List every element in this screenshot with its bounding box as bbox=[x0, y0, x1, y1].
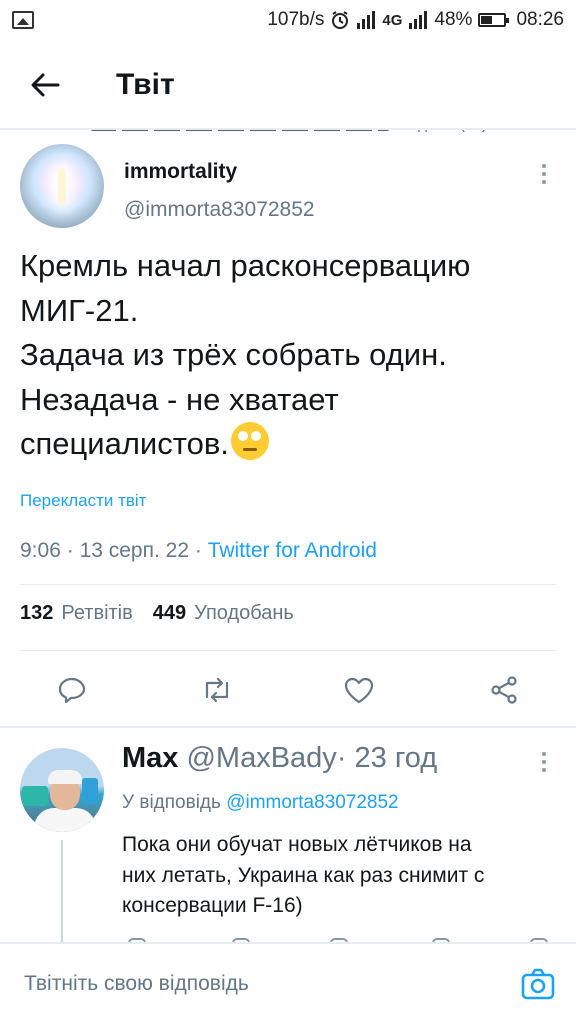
retweet-count[interactable]: 132 bbox=[20, 602, 53, 625]
arrow-left-icon bbox=[31, 73, 60, 97]
reply-time: 23 год bbox=[354, 742, 438, 774]
signal-icon bbox=[357, 11, 376, 29]
tweet-text-line: МИГ-21. bbox=[20, 292, 139, 328]
like-count[interactable]: 449 bbox=[153, 602, 186, 625]
tweet-time: 9:06 bbox=[20, 538, 61, 562]
main-tweet: immortality @immorta83072852 Кремль нача… bbox=[0, 130, 576, 563]
author-name[interactable]: immortality bbox=[124, 160, 237, 184]
header-divider bbox=[0, 128, 576, 130]
reply-input[interactable]: Твітніть свою відповідь bbox=[24, 972, 249, 996]
author-handle[interactable]: @immorta83072852 bbox=[124, 198, 315, 222]
like-button[interactable] bbox=[334, 665, 384, 715]
reply-button[interactable] bbox=[47, 665, 97, 715]
tweet-text-line: Кремль начал расконсервацию bbox=[20, 248, 471, 283]
reply-text-line: Пока они обучат новых лётчиков на bbox=[122, 833, 472, 856]
retweet-label[interactable]: Ретвітів bbox=[61, 602, 132, 625]
tweet-stats: 132 Ретвітів 449 Уподобань bbox=[20, 602, 294, 625]
eye-roll-emoji-icon bbox=[230, 422, 269, 460]
signal-icon-2 bbox=[409, 11, 428, 29]
app-header: Твіт bbox=[0, 40, 576, 130]
retweet-icon bbox=[205, 677, 229, 703]
camera-icon bbox=[521, 968, 555, 1000]
network-type: 4G bbox=[382, 11, 403, 29]
tweet-author-row: immortality @immorta83072852 bbox=[0, 130, 576, 240]
page-title: Твіт bbox=[116, 68, 175, 101]
tweet-actions bbox=[0, 665, 576, 715]
translate-tweet-link[interactable]: Перекласти твіт bbox=[20, 491, 556, 511]
reply-text-line: них летать, Украина как раз снимит с bbox=[122, 863, 485, 887]
reply-compose-bar[interactable]: Твітніть свою відповідь bbox=[0, 942, 576, 1024]
more-options-icon[interactable] bbox=[536, 752, 552, 772]
reply-author-row: Max @MaxBady· 23 год bbox=[122, 742, 438, 774]
reply-to-line: У відповідь @immorta83072852 bbox=[122, 792, 399, 813]
clock: 08:26 bbox=[516, 9, 564, 30]
reply-icon bbox=[58, 677, 86, 704]
reply-tweet[interactable]: Max @MaxBady· 23 год У відповідь @immort… bbox=[0, 730, 576, 942]
share-button[interactable] bbox=[479, 665, 529, 715]
like-label[interactable]: Уподобань bbox=[194, 602, 294, 625]
divider bbox=[20, 650, 556, 651]
heart-icon bbox=[344, 677, 374, 704]
avatar[interactable] bbox=[20, 748, 104, 832]
alarm-icon bbox=[332, 11, 349, 29]
reply-author-handle[interactable]: @MaxBady bbox=[186, 742, 336, 774]
reply-text: Пока они обучат новых лётчиков на них ле… bbox=[122, 830, 562, 922]
avatar[interactable] bbox=[20, 144, 104, 228]
tweet-text: Кремль начал расконсервацию МИГ-21. Зада… bbox=[0, 244, 576, 467]
more-options-icon[interactable] bbox=[536, 164, 552, 184]
tweet-text-line: Незадача - не хватает bbox=[20, 381, 339, 417]
divider bbox=[20, 584, 556, 585]
tweet-text-line: Задача из трёх собрать один. bbox=[20, 337, 447, 372]
battery-icon bbox=[478, 13, 510, 27]
back-button[interactable] bbox=[0, 40, 90, 130]
retweet-button[interactable] bbox=[192, 665, 242, 715]
tweet-date: 13 серп. 22 bbox=[79, 538, 190, 562]
tweet-text-line: специалистов. bbox=[20, 426, 229, 461]
thread-line bbox=[61, 840, 63, 942]
reply-text-line: консервации F-16) bbox=[122, 894, 303, 917]
reply-to-mention[interactable]: @immorta83072852 bbox=[226, 792, 398, 813]
reply-author-name[interactable]: Max bbox=[122, 742, 178, 774]
tweet-source-link[interactable]: Twitter for Android bbox=[208, 539, 377, 562]
battery-percent: 48% bbox=[434, 9, 473, 30]
network-speed: 107b/s bbox=[267, 9, 325, 30]
tweet-timestamp: 9:06 · 13 серп. 22 · Twitter for Android bbox=[20, 538, 377, 562]
thread-separator bbox=[0, 726, 576, 728]
status-bar: 107b/s 4G 48% 08:26 bbox=[0, 0, 576, 40]
share-icon bbox=[491, 676, 517, 704]
camera-button[interactable] bbox=[520, 966, 556, 1002]
gallery-icon bbox=[12, 11, 34, 29]
